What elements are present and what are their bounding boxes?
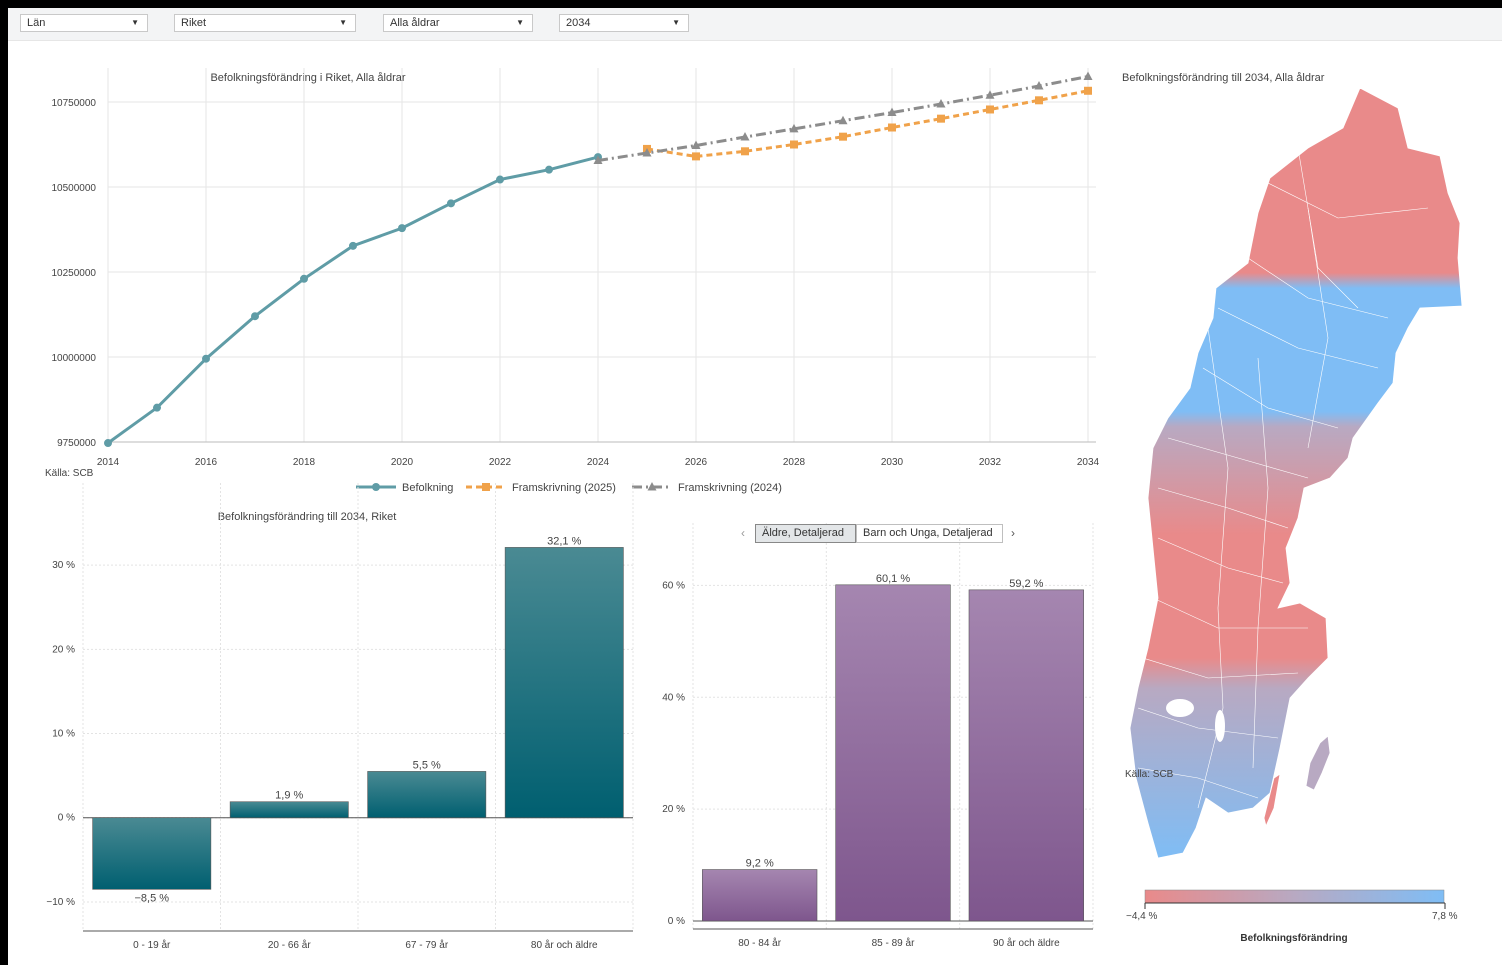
map-legend-gradient	[1144, 889, 1445, 904]
sweden-map: Befolkningsförändring till 2034, Alla ål…	[1122, 72, 1463, 944]
lake-vattern	[1215, 710, 1225, 742]
lake-vanern	[1166, 699, 1194, 717]
legend-min-label: −4,4 %	[1126, 911, 1158, 922]
sweden-mainland[interactable]	[1129, 87, 1463, 859]
map-title: Befolkningsförändring till 2034, Alla ål…	[1122, 72, 1325, 84]
legend-title: Befolkningsförändring	[1240, 933, 1347, 944]
sweden-country-shape[interactable]	[1129, 87, 1463, 859]
dashboard: Län ▼ Riket ▼ Alla åldrar ▼ 2034 ▼ Befol…	[8, 8, 1502, 965]
gotland-island[interactable]	[1305, 735, 1331, 791]
map-source: Källa: SCB	[1125, 769, 1174, 780]
legend-max-label: 7,8 %	[1432, 911, 1458, 922]
